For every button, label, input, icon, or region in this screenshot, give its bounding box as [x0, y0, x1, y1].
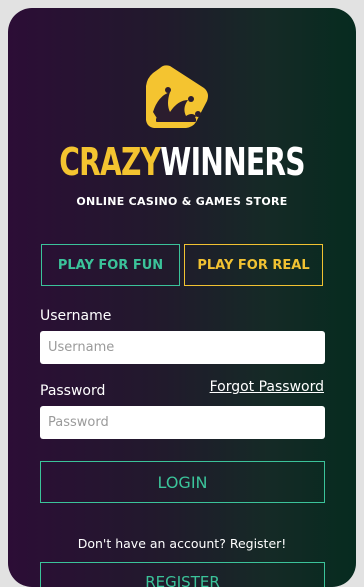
password-input[interactable]	[40, 406, 325, 439]
login-button[interactable]: LOGIN	[40, 461, 325, 503]
register-prompt[interactable]: Don't have an account? Register!	[8, 536, 356, 551]
tab-play-for-fun[interactable]: PLAY FOR FUN	[41, 244, 180, 286]
brand-tagline: ONLINE CASINO & GAMES STORE	[76, 195, 288, 208]
forgot-password-link[interactable]: Forgot Password	[210, 379, 324, 395]
brand-name-part2: WINNERS	[160, 140, 305, 184]
register-button[interactable]: REGISTER	[40, 562, 325, 587]
password-label: Password	[40, 383, 106, 399]
brand-name: CRAZYWINNERS	[53, 142, 311, 182]
username-label: Username	[40, 308, 112, 324]
tab-play-for-real[interactable]: PLAY FOR REAL	[184, 244, 323, 286]
username-input[interactable]	[40, 331, 325, 364]
login-screen: CRAZYWINNERS ONLINE CASINO & GAMES STORE…	[8, 8, 356, 587]
brand-name-part1: CRAZY	[59, 140, 161, 184]
